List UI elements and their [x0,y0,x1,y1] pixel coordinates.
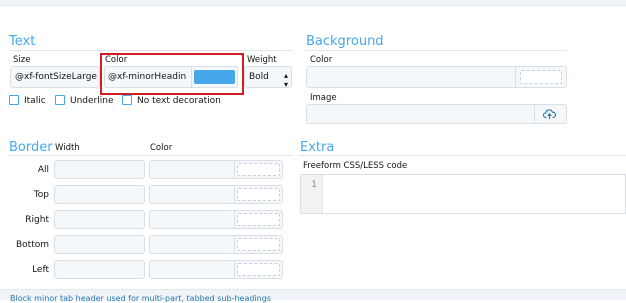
background-image-separator [534,105,535,123]
border-row-label-all: All [37,165,49,175]
border-color-separator [234,261,235,278]
description-text: Block minor tab header used for multi-pa… [10,294,271,303]
border-color-separator [234,161,235,178]
border-color-separator [234,211,235,228]
background-image-input[interactable] [306,104,567,124]
background-section-title: Background [306,34,384,49]
border-color-swatch-top[interactable] [237,188,280,201]
border-color-separator [234,186,235,203]
border-color-input-all[interactable] [149,160,283,179]
extra-section-rule [299,155,626,156]
text-section-rule [9,50,292,51]
border-color-swatch-left[interactable] [237,263,280,276]
border-color-label: Color [150,143,173,153]
background-image-label: Image [310,93,337,103]
border-color-swatch-all[interactable] [237,163,280,176]
border-color-input-right[interactable] [149,210,283,229]
border-width-input-right[interactable] [54,210,145,229]
italic-checkbox[interactable] [9,95,19,105]
background-color-swatch[interactable] [520,70,562,84]
border-color-swatch-right[interactable] [237,213,280,226]
weight-value: Bold [249,72,269,82]
border-section-rule [9,155,292,156]
extra-section-title: Extra [300,140,335,155]
italic-label: Italic [24,96,46,106]
border-color-input-left[interactable] [149,260,283,279]
background-color-label: Color [310,55,333,65]
border-width-input-bottom[interactable] [54,235,145,254]
border-section-title: Border [9,140,53,155]
border-color-input-bottom[interactable] [149,235,283,254]
size-value: @xf-fontSizeLarge [15,72,97,82]
border-row-label-top: Top [33,190,49,200]
border-row-label-left: Left [32,265,49,275]
border-row-label-bottom: Bottom [15,240,49,250]
top-strip [0,0,626,6]
description-bar: Block minor tab header used for multi-pa… [0,289,626,303]
text-section-title: Text [9,34,36,49]
underline-checkbox[interactable] [55,95,65,105]
border-width-input-all[interactable] [54,160,145,179]
underline-label: Underline [70,96,114,106]
css-code-editor[interactable]: 1 [300,174,626,214]
code-label: Freeform CSS/LESS code [303,161,408,171]
weight-label: Weight [247,55,277,65]
background-color-separator [515,67,516,87]
no-text-decoration-checkbox[interactable] [122,95,132,105]
border-color-separator [234,236,235,253]
no-text-decoration-label: No text decoration [137,96,221,106]
background-color-input[interactable] [306,66,567,88]
weight-select[interactable]: Bold ▴ ▾ [244,66,292,89]
border-width-input-top[interactable] [54,185,145,204]
line-gutter: 1 [301,175,323,213]
line-number: 1 [311,180,317,190]
border-row-label-right: Right [25,215,49,225]
border-width-label: Width [55,143,80,153]
upload-icon[interactable] [543,108,556,120]
border-color-input-top[interactable] [149,185,283,204]
size-input[interactable]: @xf-fontSizeLarge [10,66,100,88]
border-width-input-left[interactable] [54,260,145,279]
color-highlight-box [100,53,244,95]
background-section-rule [305,50,567,51]
border-color-swatch-bottom[interactable] [237,238,280,251]
select-arrow-icon: ▴ ▾ [283,71,288,89]
size-label: Size [13,55,31,65]
